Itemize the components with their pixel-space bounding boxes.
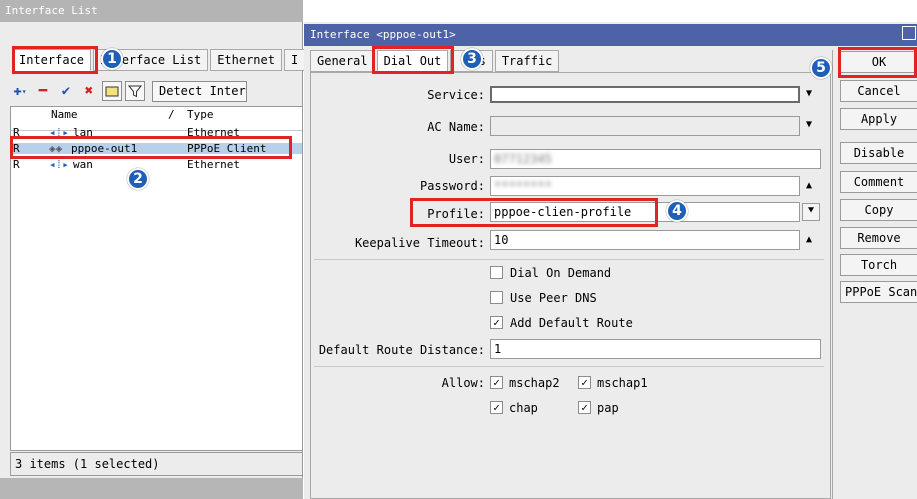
dropdown-arrow-icon[interactable]: ▼: [806, 119, 812, 130]
window-bottom-strip: [0, 478, 303, 499]
service-select[interactable]: [490, 86, 800, 103]
remove-button[interactable]: Remove: [840, 227, 917, 249]
password-field[interactable]: ********: [490, 176, 800, 196]
torch-button[interactable]: Torch: [840, 254, 917, 276]
mschap2-label: mschap2: [509, 376, 560, 390]
chap-checkbox[interactable]: ✓: [490, 401, 503, 414]
collapse-arrow-icon[interactable]: ▲: [806, 180, 812, 191]
plus-icon[interactable]: ✚ ▾: [10, 81, 30, 101]
service-label: Service:: [427, 88, 485, 102]
highlight-profile-field: [410, 198, 658, 227]
step-badge-2: 2: [127, 168, 149, 190]
divider: [314, 366, 824, 367]
filter-icon[interactable]: [125, 81, 145, 101]
use-peer-dns-label: Use Peer DNS: [510, 291, 597, 305]
dial-on-demand-label: Dial On Demand: [510, 266, 612, 280]
note-icon-glyph: [105, 86, 119, 97]
row-flag: R: [13, 158, 20, 171]
pap-checkbox[interactable]: ✓: [578, 401, 591, 414]
cancel-button[interactable]: Cancel: [840, 80, 917, 102]
tab-traffic[interactable]: Traffic: [494, 50, 560, 72]
row-type: Ethernet: [187, 158, 240, 171]
collapse-arrow-icon[interactable]: ▲: [806, 234, 812, 245]
step-badge-4: 4: [666, 200, 688, 222]
default-route-distance-label: Default Route Distance:: [318, 343, 485, 357]
tab-general[interactable]: General: [310, 50, 375, 72]
mschap1-label: mschap1: [597, 376, 648, 390]
password-value: ********: [494, 179, 552, 193]
interface-toolbar: ✚ ▾ ━ ✔ ✖ Detect Inter: [10, 80, 247, 102]
mschap1-checkbox[interactable]: ✓: [578, 376, 591, 389]
interface-list-titlebar: Interface List: [0, 0, 303, 22]
maximize-icon[interactable]: [902, 26, 916, 40]
keepalive-label: Keepalive Timeout:: [354, 236, 485, 250]
highlight-ok-button: [838, 47, 917, 78]
dropdown-arrow-icon[interactable]: ⯆: [802, 203, 820, 221]
highlight-pppoe-row: [10, 136, 292, 159]
pap-label: pap: [597, 401, 619, 415]
copy-button[interactable]: Copy: [840, 199, 917, 221]
step-badge-5: 5: [810, 57, 832, 79]
password-label: Password:: [419, 179, 485, 193]
comment-button[interactable]: Comment: [840, 171, 917, 193]
add-default-route-checkbox[interactable]: ✓: [490, 316, 503, 329]
default-route-distance-field[interactable]: 1: [490, 339, 821, 359]
note-icon[interactable]: [102, 81, 122, 101]
allow-label: Allow:: [441, 376, 485, 390]
detect-internet-button[interactable]: Detect Inter: [152, 80, 247, 102]
dropdown-arrow-icon[interactable]: ▼: [806, 88, 812, 99]
tab-ethernet[interactable]: Ethernet: [210, 49, 282, 71]
column-header-type[interactable]: Type: [187, 109, 214, 120]
status-bar: 3 items (1 selected): [10, 452, 303, 476]
pppoe-scan-button[interactable]: PPPoE Scan: [840, 281, 917, 303]
x-icon[interactable]: ✖: [79, 81, 99, 101]
dial-on-demand-checkbox[interactable]: [490, 266, 503, 279]
chap-label: chap: [509, 401, 538, 415]
filter-icon-glyph: [128, 85, 142, 98]
table-row[interactable]: R ◂⁞▸ wan Ethernet: [11, 159, 302, 170]
sort-indicator: /: [168, 108, 175, 121]
check-icon[interactable]: ✔: [56, 81, 76, 101]
add-default-route-label: Add Default Route: [510, 316, 633, 330]
column-header-name[interactable]: Name: [51, 109, 78, 120]
ac-name-field[interactable]: [490, 116, 800, 136]
user-value: 07712345: [494, 152, 552, 166]
disable-button[interactable]: Disable: [840, 142, 917, 164]
interface-dialog-titlebar: Interface <pppoe-out1>: [304, 24, 917, 46]
mschap2-checkbox[interactable]: ✓: [490, 376, 503, 389]
highlight-interface-tab: [12, 46, 98, 74]
user-field[interactable]: 07712345: [490, 149, 821, 169]
minus-icon[interactable]: ━: [33, 81, 53, 101]
interface-icon: ◂⁞▸: [49, 158, 69, 171]
tab-overflow[interactable]: I: [283, 49, 306, 71]
row-name: wan: [73, 158, 93, 171]
dial-out-form: [310, 72, 831, 499]
keepalive-field[interactable]: 10: [490, 230, 800, 250]
step-badge-3: 3: [461, 48, 483, 70]
use-peer-dns-checkbox[interactable]: [490, 291, 503, 304]
highlight-dial-out-tab: [372, 46, 454, 74]
step-badge-1: 1: [101, 48, 123, 70]
divider: [314, 259, 824, 260]
user-label: User:: [448, 152, 485, 166]
apply-button[interactable]: Apply: [840, 108, 917, 130]
ac-name-label: AC Name:: [427, 120, 485, 134]
